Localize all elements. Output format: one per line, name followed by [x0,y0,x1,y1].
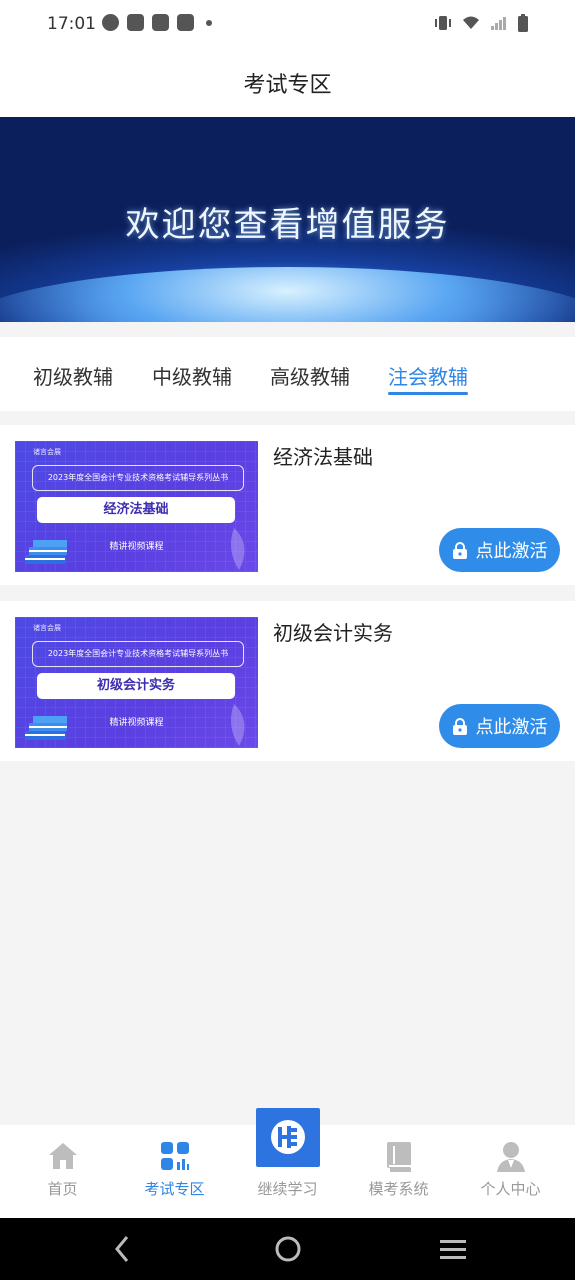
nav-mock-exam[interactable]: 模考系统 [341,1125,456,1218]
thumb-brand: 诸言会展 [33,448,61,456]
app-logo-icon [256,1108,320,1167]
activate-label: 点此激活 [475,717,548,738]
course-thumbnail: 诸言会展 2023年度全国会计专业技术资格考试辅导系列丛书 经济法基础 精讲视频… [15,441,258,572]
vibrate-icon [435,16,451,30]
nav-exam-zone[interactable]: 考试专区 [117,1125,232,1218]
menu-icon[interactable] [439,1233,467,1265]
banner-glow [0,267,575,322]
course-title: 经济法基础 [273,445,373,469]
home-icon [48,1143,77,1169]
status-time: 17:01 [47,14,96,34]
nav-continue-learning[interactable]: 继续学习 [230,1108,345,1218]
tab-advanced[interactable]: 高级教辅 [270,361,350,390]
home-circle-icon[interactable] [273,1233,303,1265]
course-thumbnail: 诸言会展 2023年度全国会计专业技术资格考试辅导系列丛书 初级会计实务 精讲视… [15,617,258,748]
leaf-icon [230,704,245,746]
tab-label: 高级教辅 [270,365,350,389]
thumb-brand: 诸言会展 [33,624,61,632]
tab-label: 中级教辅 [152,365,232,389]
nav-label: 首页 [47,1180,78,1198]
course-card[interactable]: 诸言会展 2023年度全国会计专业技术资格考试辅导系列丛书 经济法基础 精讲视频… [0,425,575,585]
title-bar: 考试专区 [0,48,575,117]
category-tabs: 初级教辅 中级教辅 高级教辅 注会教辅 [0,337,575,411]
battery-icon [518,14,528,32]
lock-icon [452,717,467,735]
signal-icon [491,17,506,30]
course-card[interactable]: 诸言会展 2023年度全国会计专业技术资格考试辅导系列丛书 初级会计实务 精讲视… [0,601,575,761]
nav-home[interactable]: 首页 [5,1125,120,1218]
books-icon [25,716,67,740]
grid-chart-icon [160,1142,189,1170]
mail-icon [177,14,194,31]
tab-cpa[interactable]: 注会教辅 [388,361,468,395]
tab-label: 初级教辅 [33,365,113,389]
nav-label: 模考系统 [368,1180,429,1198]
back-icon[interactable] [112,1233,132,1265]
wifi-icon [463,16,479,29]
notification-icons [102,14,212,31]
books-icon [25,540,67,564]
more-dot-icon [206,19,212,26]
thumb-series: 2023年度全国会计专业技术资格考试辅导系列丛书 [47,649,229,658]
activate-button[interactable]: 点此激活 [439,704,560,748]
mail-icon [152,14,169,31]
system-nav-bar [0,1218,575,1280]
speed-icon [102,14,119,31]
bottom-nav: 首页 考试专区 继续学习 模考系统 个人中心 [0,1108,575,1218]
status-bar: 17:01 [0,0,575,48]
nav-profile[interactable]: 个人中心 [453,1125,568,1218]
banner: 欢迎您查看增值服务 [0,117,575,322]
book-icon [386,1142,411,1172]
activate-button[interactable]: 点此激活 [439,528,560,572]
nav-label: 考试专区 [144,1180,205,1198]
nav-label: 个人中心 [480,1180,541,1198]
course-title: 初级会计实务 [273,621,393,645]
thumb-subject: 经济法基础 [37,497,235,523]
tab-active-indicator [388,392,468,395]
tab-intermediate[interactable]: 中级教辅 [152,361,232,390]
leaf-icon [230,528,245,570]
system-icons [434,14,529,32]
lock-icon [452,541,467,559]
user-icon [496,1142,525,1172]
tab-primary[interactable]: 初级教辅 [33,361,113,390]
tab-label: 注会教辅 [388,365,468,389]
thumb-subject: 初级会计实务 [37,673,235,699]
thumb-series: 2023年度全国会计专业技术资格考试辅导系列丛书 [47,473,229,482]
banner-text: 欢迎您查看增值服务 [125,205,450,245]
nav-label: 继续学习 [257,1180,318,1198]
mail-icon [127,14,144,31]
page-title: 考试专区 [243,72,332,98]
activate-label: 点此激活 [475,541,548,562]
